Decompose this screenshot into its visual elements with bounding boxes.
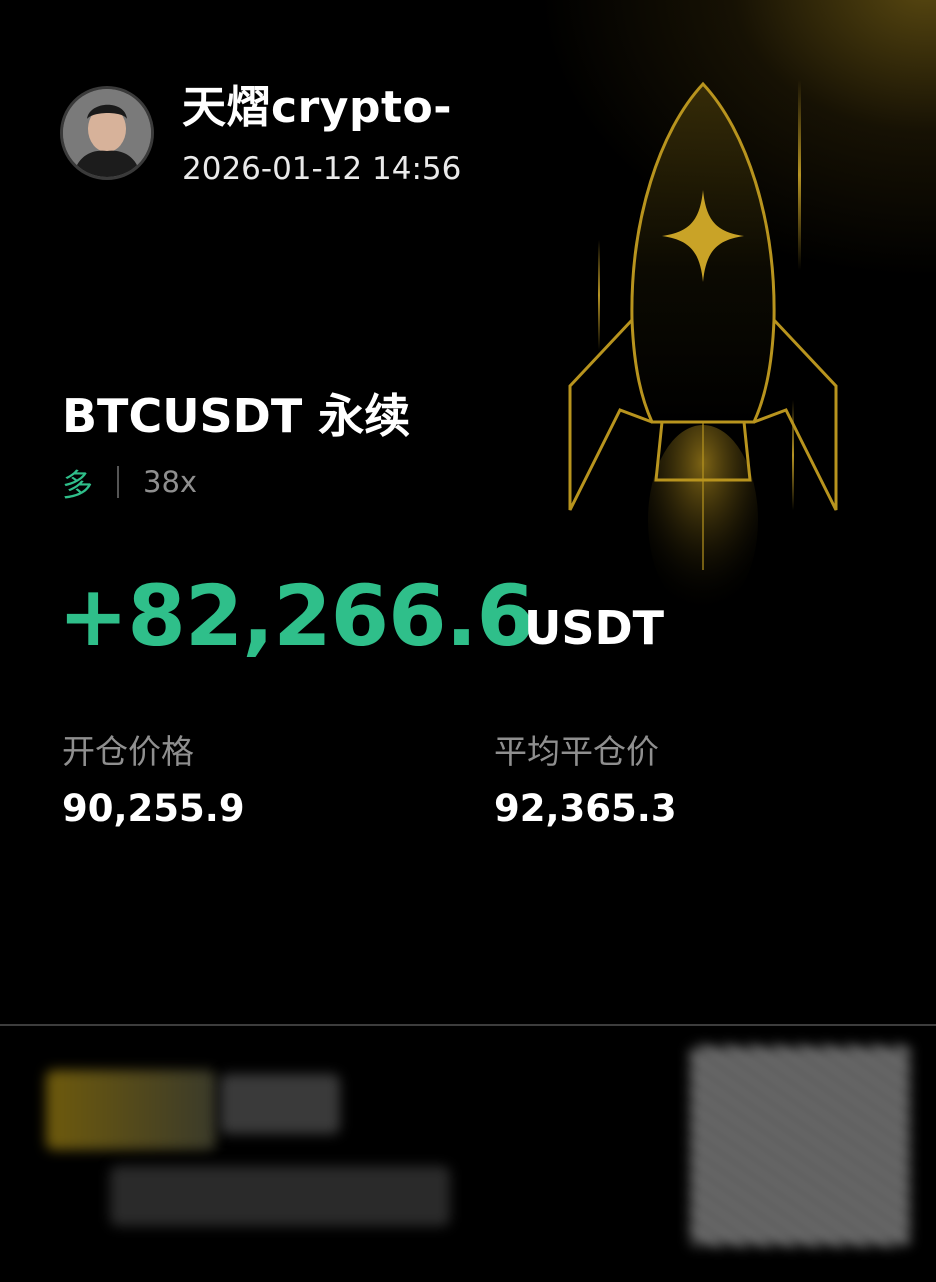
entry-price-label: 开仓价格 bbox=[62, 732, 194, 771]
position-side: 多 bbox=[62, 467, 93, 504]
avatar-image bbox=[63, 89, 151, 177]
avatar bbox=[60, 86, 154, 180]
rocket-icon bbox=[568, 80, 838, 610]
user-name: 天熠crypto- bbox=[182, 82, 452, 133]
redacted-text bbox=[110, 1166, 450, 1226]
pnl-value: +82,266.6 bbox=[58, 567, 535, 665]
avg-close-price-label: 平均平仓价 bbox=[494, 732, 659, 771]
redacted-qr-code bbox=[690, 1046, 910, 1246]
avg-close-price-value: 92,365.3 bbox=[494, 787, 677, 830]
position-meta: 多 38x bbox=[62, 460, 197, 504]
redacted-text-2 bbox=[220, 1074, 340, 1134]
contract-title: BTCUSDT 永续 bbox=[62, 389, 411, 443]
entry-price-value: 90,255.9 bbox=[62, 787, 245, 830]
redacted-logo bbox=[46, 1070, 216, 1150]
redacted-footer bbox=[0, 1026, 936, 1282]
pnl-share-card: 天熠crypto- 2026-01-12 14:56 BTCUSDT 永续 多 … bbox=[0, 0, 936, 1282]
timestamp: 2026-01-12 14:56 bbox=[182, 151, 462, 187]
meta-divider bbox=[117, 466, 119, 498]
pnl-unit: USDT bbox=[524, 601, 665, 655]
leverage: 38x bbox=[143, 465, 198, 499]
